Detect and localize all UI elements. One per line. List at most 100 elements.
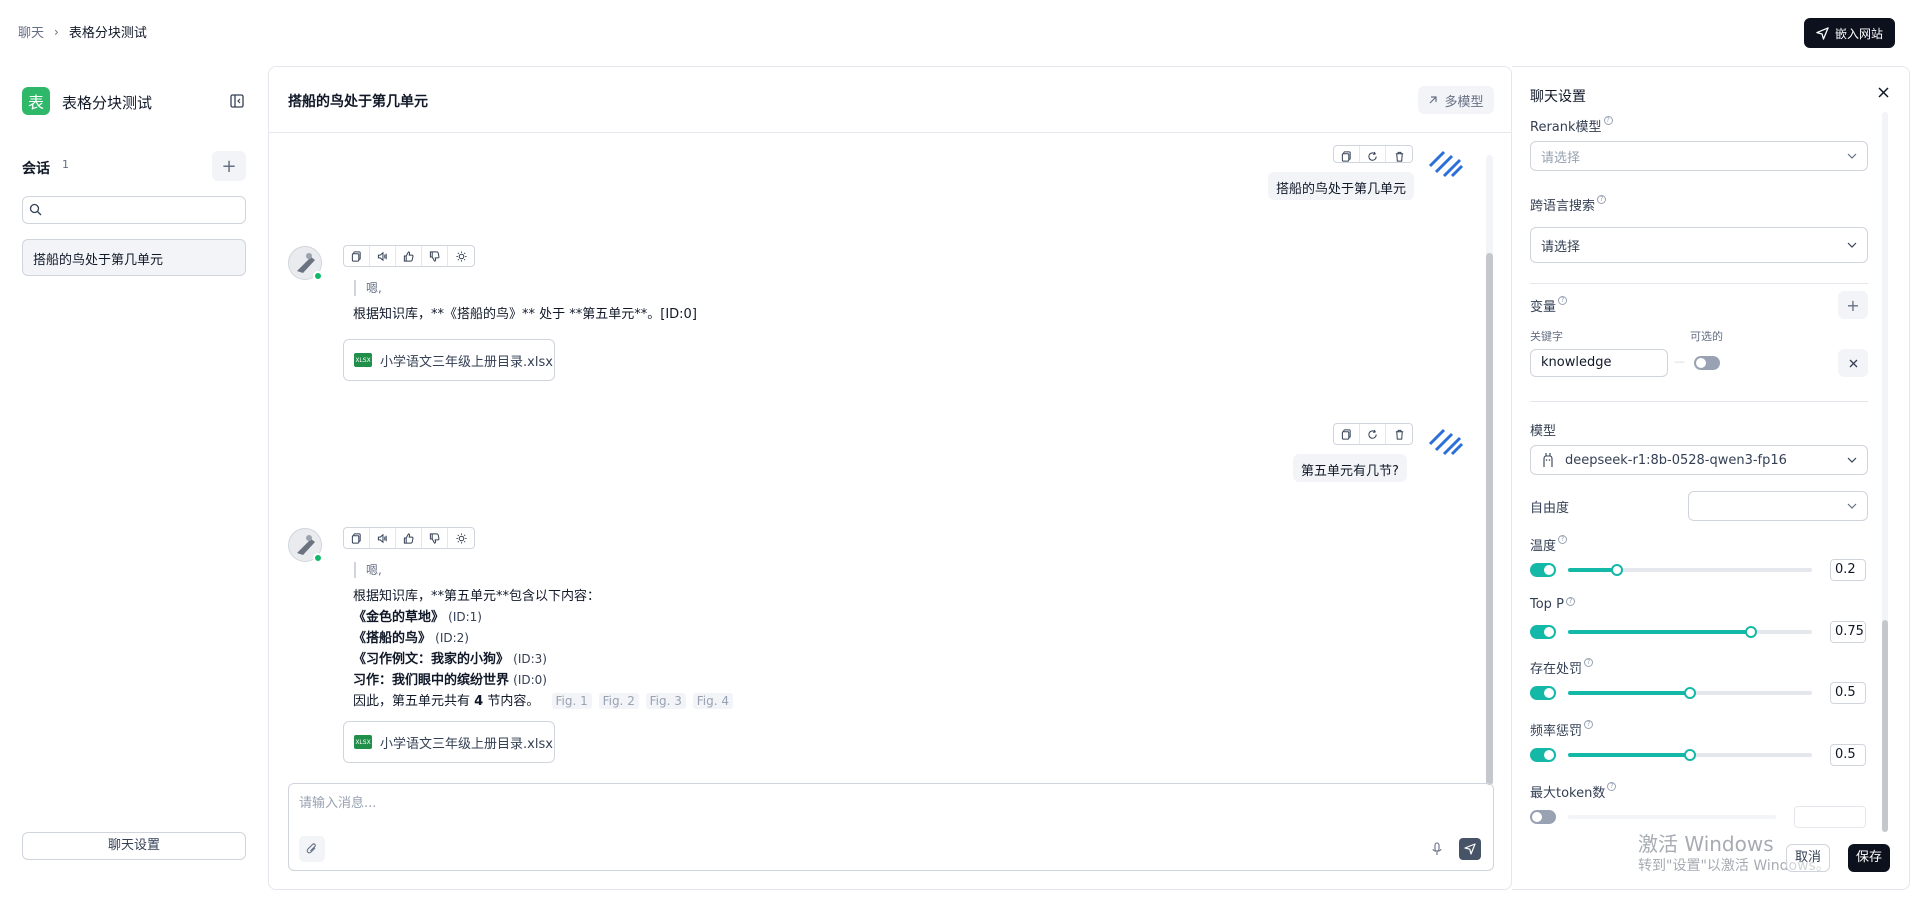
copy-icon[interactable] bbox=[344, 528, 370, 548]
embed-website-button[interactable]: 嵌入网站 bbox=[1804, 18, 1895, 48]
collapse-sidebar-icon[interactable] bbox=[230, 94, 244, 108]
send-plane-icon bbox=[1816, 26, 1829, 40]
frequency-penalty-value[interactable]: 0.5 bbox=[1830, 744, 1866, 766]
max-tokens-value[interactable] bbox=[1794, 806, 1866, 828]
delete-icon[interactable] bbox=[1386, 146, 1412, 162]
speaker-icon[interactable] bbox=[370, 246, 396, 266]
settings-scrollbar[interactable] bbox=[1882, 112, 1888, 832]
max-tokens-label: 最大token数? bbox=[1530, 782, 1617, 801]
help-icon[interactable]: ? bbox=[1558, 296, 1568, 305]
assistant-answer: 根据知识库，**第五单元**包含以下内容： 《金色的草地》 (ID:1) 《搭船… bbox=[353, 587, 736, 712]
presence-penalty-toggle[interactable] bbox=[1530, 686, 1556, 700]
thinking-text: 嗯, bbox=[354, 280, 382, 296]
lightbulb-icon[interactable] bbox=[448, 246, 474, 266]
chevron-down-icon bbox=[1847, 153, 1857, 159]
help-icon[interactable]: ? bbox=[1565, 597, 1575, 606]
variable-key-input[interactable]: knowledge bbox=[1530, 349, 1668, 377]
thumbs-down-icon[interactable] bbox=[422, 246, 448, 266]
online-status-dot bbox=[313, 553, 323, 563]
max-tokens-slider[interactable] bbox=[1568, 815, 1776, 819]
help-icon[interactable]: ? bbox=[1558, 535, 1568, 544]
copy-icon[interactable] bbox=[344, 246, 370, 266]
regenerate-icon[interactable] bbox=[1360, 424, 1386, 444]
frequency-penalty-slider[interactable] bbox=[1568, 749, 1812, 761]
top-p-toggle[interactable] bbox=[1530, 625, 1556, 639]
speaker-icon[interactable] bbox=[370, 528, 396, 548]
answer-line: 根据知识库，**第五单元**包含以下内容： bbox=[353, 589, 601, 604]
close-icon[interactable] bbox=[1878, 87, 1889, 98]
help-icon[interactable]: ? bbox=[1584, 658, 1594, 667]
file-attachment-card[interactable]: XLSX 小学语文三年级上册目录.xlsx bbox=[343, 721, 555, 763]
figure-ref[interactable]: Fig. 4 bbox=[692, 693, 733, 709]
session-search-input[interactable] bbox=[22, 196, 246, 224]
thinking-text: 嗯, bbox=[354, 562, 382, 578]
breadcrumb-parent[interactable]: 聊天 bbox=[18, 22, 44, 41]
lightbulb-icon[interactable] bbox=[448, 528, 474, 548]
temperature-slider[interactable] bbox=[1568, 564, 1812, 576]
xlsx-file-icon: XLSX bbox=[354, 353, 372, 367]
top-p-value[interactable]: 0.75 bbox=[1830, 621, 1866, 643]
answer-line: 《搭船的鸟》 (ID:2) bbox=[353, 631, 469, 646]
settings-scrollbar-thumb[interactable] bbox=[1882, 620, 1888, 832]
copy-icon[interactable] bbox=[1334, 146, 1360, 162]
xlsx-file-icon: XLSX bbox=[354, 735, 372, 749]
presence-penalty-slider[interactable] bbox=[1568, 687, 1812, 699]
figure-references: Fig. 1 Fig. 2 Fig. 3 Fig. 4 bbox=[551, 693, 736, 709]
cancel-button[interactable]: 取消 bbox=[1786, 844, 1830, 872]
file-attachment-card[interactable]: XLSX 小学语文三年级上册目录.xlsx bbox=[343, 339, 555, 381]
help-icon[interactable]: ? bbox=[1603, 116, 1613, 125]
copy-icon[interactable] bbox=[1334, 424, 1360, 444]
thumbs-up-icon[interactable] bbox=[396, 246, 422, 266]
online-status-dot bbox=[313, 271, 323, 281]
save-button[interactable]: 保存 bbox=[1848, 844, 1890, 872]
freedom-select[interactable] bbox=[1688, 491, 1868, 521]
session-item[interactable]: 搭船的鸟处于第几单元 bbox=[22, 239, 246, 276]
add-variable-button[interactable]: + bbox=[1838, 291, 1868, 319]
figure-ref[interactable]: Fig. 2 bbox=[598, 693, 639, 709]
chat-scrollbar[interactable] bbox=[1486, 155, 1493, 785]
figure-ref[interactable]: Fig. 1 bbox=[551, 693, 592, 709]
model-select[interactable]: deepseek-r1:8b-0528-qwen3-fp16 bbox=[1530, 445, 1868, 475]
message-input-box bbox=[288, 783, 1494, 871]
cross-language-select[interactable]: 请选择 bbox=[1530, 227, 1868, 263]
divider bbox=[1530, 283, 1868, 284]
microphone-icon[interactable] bbox=[1431, 842, 1443, 856]
help-icon[interactable]: ? bbox=[1607, 782, 1617, 791]
remove-variable-button[interactable] bbox=[1838, 349, 1868, 377]
temperature-value[interactable]: 0.2 bbox=[1830, 559, 1866, 581]
thumbs-up-icon[interactable] bbox=[396, 528, 422, 548]
chevron-down-icon bbox=[1847, 503, 1857, 509]
chat-header bbox=[268, 66, 1512, 133]
assistant-message-toolbar bbox=[343, 245, 475, 267]
message-input[interactable] bbox=[299, 792, 1449, 822]
thumbs-down-icon[interactable] bbox=[422, 528, 448, 548]
presence-penalty-label: 存在处罚? bbox=[1530, 658, 1594, 677]
help-icon[interactable]: ? bbox=[1584, 720, 1594, 729]
multi-model-button[interactable]: 多模型 bbox=[1418, 86, 1494, 114]
chat-settings-button[interactable]: 聊天设置 bbox=[22, 832, 246, 860]
answer-line: 因此，第五单元共有 4 节内容。 Fig. 1 Fig. 2 Fig. 3 Fi… bbox=[353, 691, 736, 712]
sessions-count: 1 bbox=[62, 158, 69, 171]
regenerate-icon[interactable] bbox=[1360, 146, 1386, 162]
max-tokens-toggle[interactable] bbox=[1530, 810, 1556, 824]
app-title: 表格分块测试 bbox=[62, 94, 153, 112]
temperature-toggle[interactable] bbox=[1530, 563, 1556, 577]
llama-icon bbox=[1541, 452, 1555, 468]
attach-button[interactable] bbox=[299, 836, 325, 862]
chat-scrollbar-thumb[interactable] bbox=[1486, 253, 1493, 785]
frequency-penalty-toggle[interactable] bbox=[1530, 748, 1556, 762]
figure-ref[interactable]: Fig. 3 bbox=[645, 693, 686, 709]
optional-column-label: 可选的 bbox=[1690, 330, 1723, 343]
presence-penalty-value[interactable]: 0.5 bbox=[1830, 682, 1866, 704]
rerank-select[interactable]: 请选择 bbox=[1530, 141, 1868, 171]
add-session-button[interactable]: + bbox=[212, 151, 246, 181]
top-p-slider[interactable] bbox=[1568, 626, 1812, 638]
optional-toggle[interactable] bbox=[1694, 356, 1720, 370]
multi-model-label: 多模型 bbox=[1444, 94, 1484, 110]
search-icon bbox=[29, 203, 42, 216]
send-button[interactable] bbox=[1459, 838, 1481, 860]
top-p-label: Top P? bbox=[1530, 597, 1575, 612]
delete-icon[interactable] bbox=[1386, 424, 1412, 444]
help-icon[interactable]: ? bbox=[1597, 195, 1607, 204]
freedom-label: 自由度 bbox=[1530, 501, 1570, 516]
